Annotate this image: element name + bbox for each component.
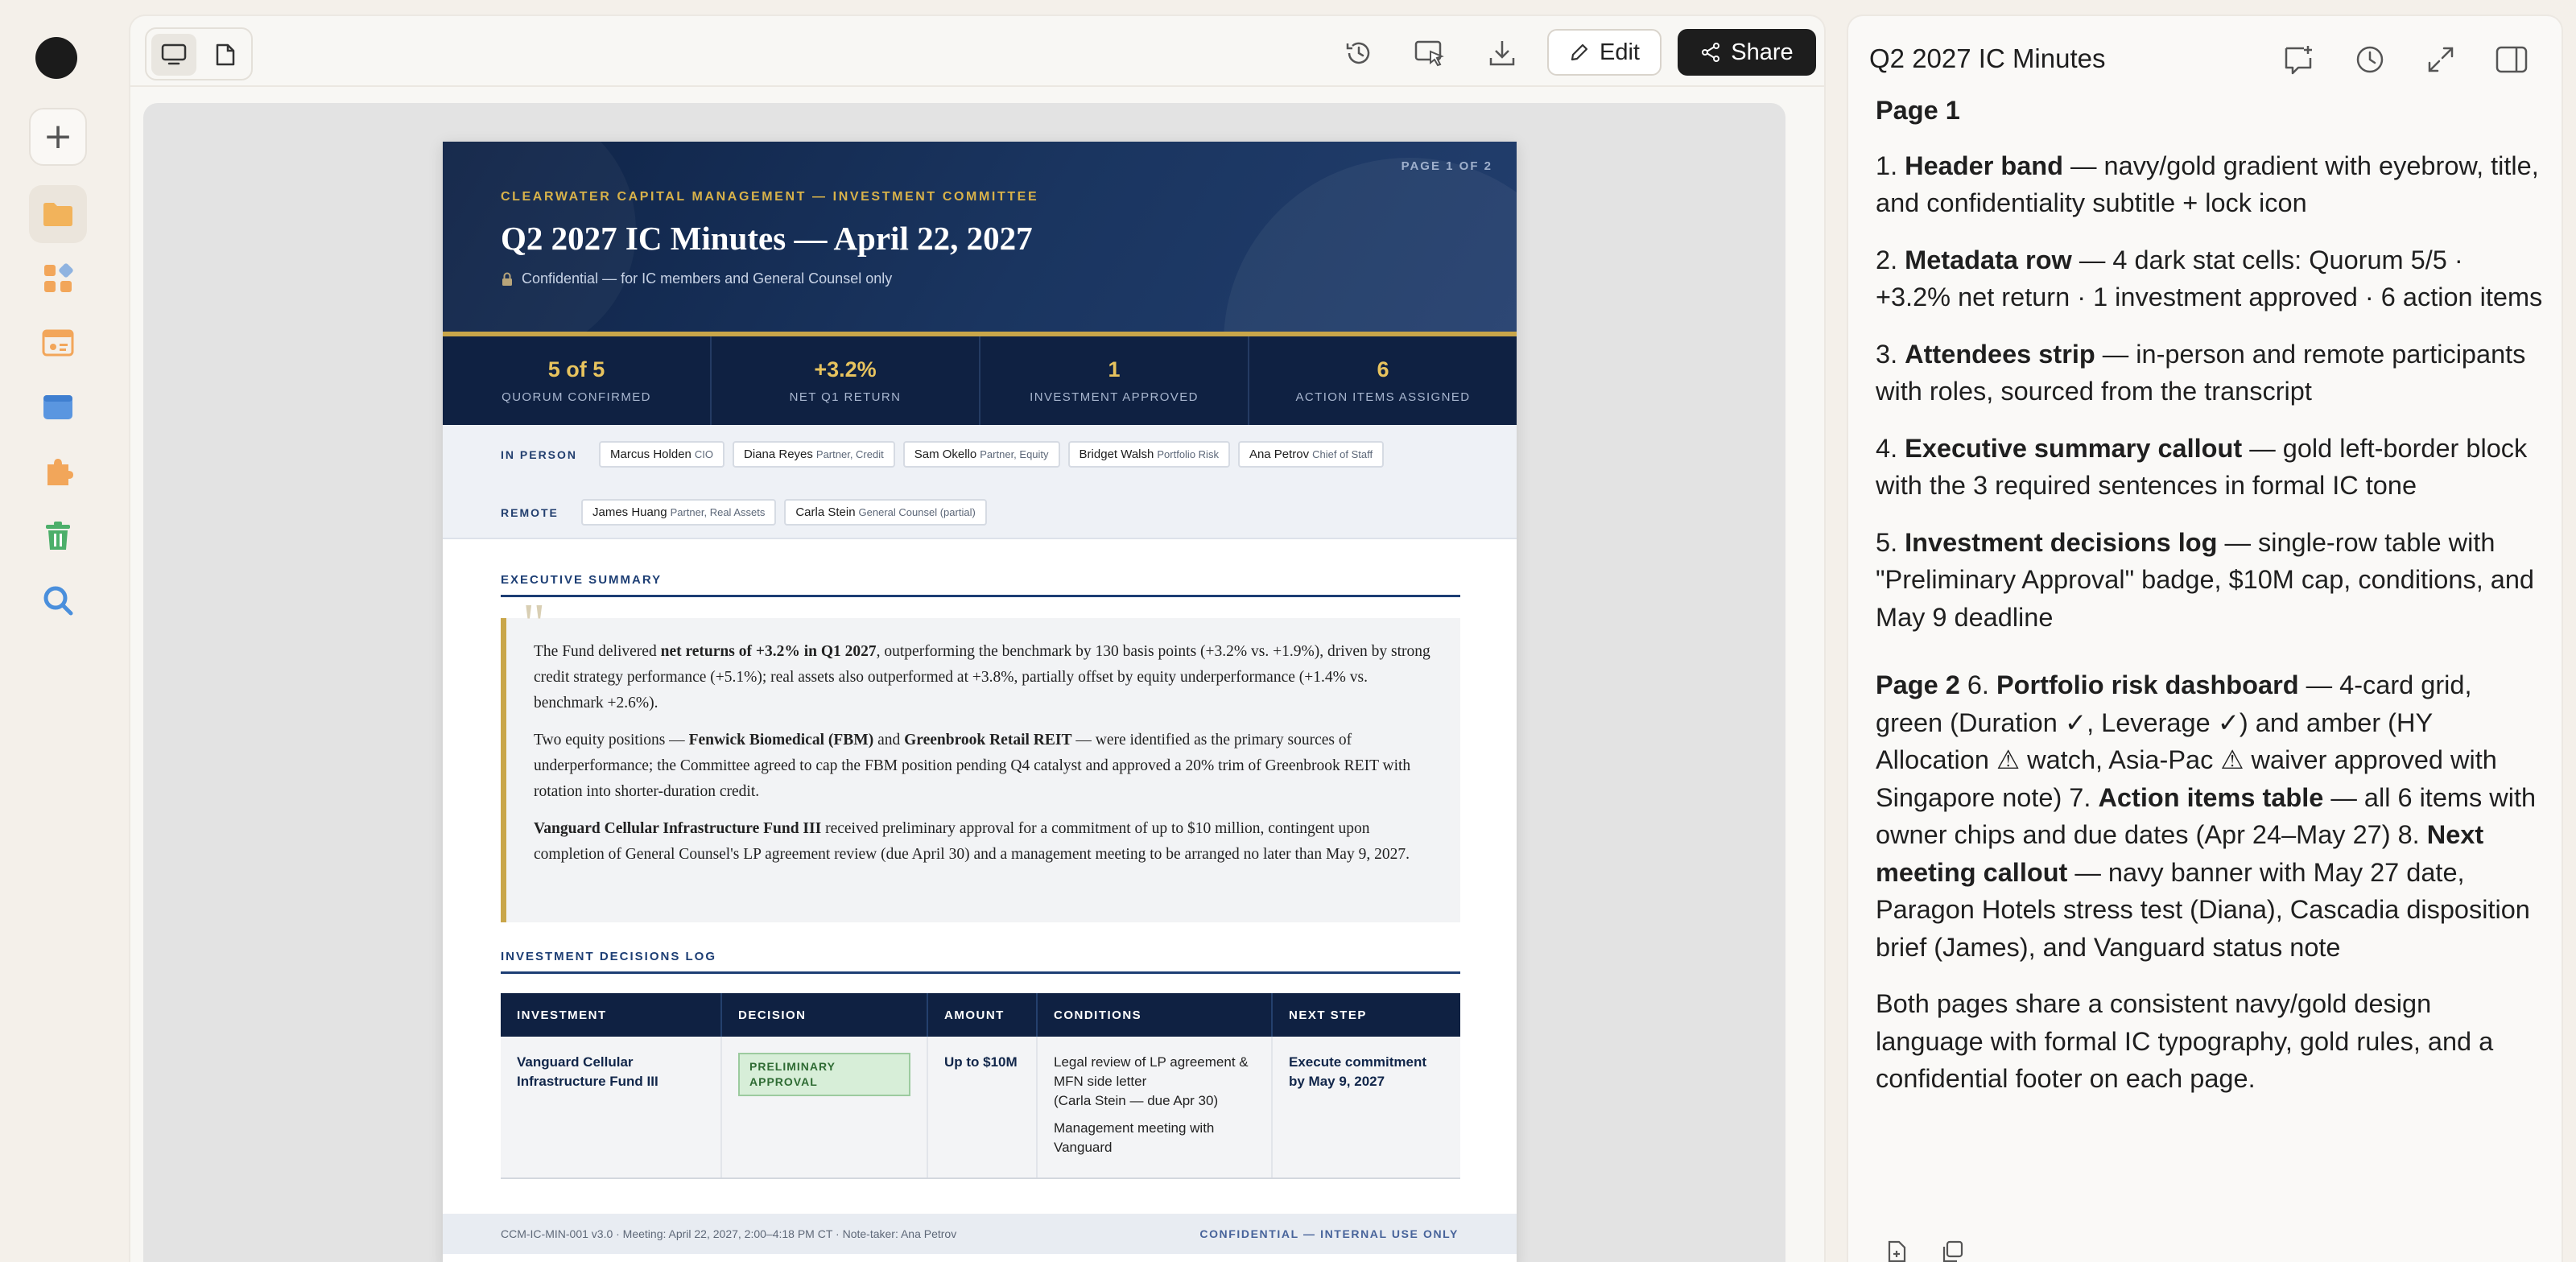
- edit-label: Edit: [1600, 39, 1640, 65]
- folder-icon[interactable]: [29, 185, 87, 243]
- sidebar-toggle-icon[interactable]: [2492, 40, 2531, 79]
- left-rail: +: [0, 0, 114, 1262]
- message-body: Page 1 1. Header band — navy/gold gradie…: [1876, 96, 2544, 1117]
- list-item: 1. Header band — navy/gold gradient with…: [1876, 151, 2539, 218]
- share-button[interactable]: Share: [1678, 29, 1816, 76]
- eyebrow: CLEARWATER CAPITAL MANAGEMENT — INVESTME…: [501, 190, 1039, 204]
- apps-icon[interactable]: [29, 250, 87, 307]
- remote-row: REMOTE James Huang Partner, Real Assets C…: [501, 499, 987, 526]
- amount-cell: Up to $10M: [927, 1037, 1038, 1179]
- decision-cell: PRELIMINARY APPROVAL: [721, 1037, 928, 1179]
- avatar[interactable]: [35, 37, 77, 79]
- lock-icon: [502, 272, 512, 286]
- desktop-view-icon[interactable]: [151, 34, 196, 76]
- doc-title: Q2 2027 IC Minutes — April 22, 2027: [501, 220, 1033, 257]
- metadata-row: 5 of 5 QUORUM CONFIRMED +3.2% NET Q1 RETUR…: [443, 336, 1517, 425]
- new-comment-icon[interactable]: [2280, 40, 2318, 79]
- document-page: PAGE 1 OF 2 CLEARWATER CAPITAL MANAGEMEN…: [443, 142, 1517, 1262]
- attendees-strip: IN PERSON Marcus Holden CIO Diana Reyes Pa…: [443, 425, 1517, 539]
- table-row: Vanguard Cellular Infrastructure Fund II…: [501, 1037, 1460, 1179]
- attendee-chip: Sam Okello Partner, Equity: [902, 441, 1060, 468]
- view-toggle: [145, 27, 253, 80]
- page-view-icon[interactable]: [203, 34, 248, 76]
- stat-actions: 6 ACTION ITEMS ASSIGNED: [1295, 357, 1471, 404]
- chat-panel: Q2 2027 IC Minutes Page 1 1. Header band…: [1847, 14, 2563, 1262]
- footer-confidential: CONFIDENTIAL — INTERNAL USE ONLY: [1199, 1227, 1459, 1240]
- main-panel: Edit Share PAGE 1 OF 2 CLEARWATER CAPITA…: [129, 14, 1826, 1262]
- page2-paragraph: Page 2 6. Portfolio risk dashboard — 4-c…: [1876, 670, 2537, 962]
- summary-sentence-3: Vanguard Cellular Infrastructure Fund II…: [534, 820, 1410, 863]
- stat-approved: 1 INVESTMENT APPROVED: [980, 336, 1249, 425]
- conditions-cell: Legal review of LP agreement & MFN side …: [1037, 1037, 1273, 1179]
- summary-sentence-1: The Fund delivered net returns of +3.2% …: [534, 643, 1430, 711]
- in-person-label: IN PERSON: [501, 447, 578, 461]
- closing-paragraph: Both pages share a consistent navy/gold …: [1876, 989, 2494, 1093]
- select-element-icon[interactable]: [1414, 37, 1446, 69]
- col-header: DECISION: [721, 993, 928, 1037]
- page1-heading: Page 1: [1876, 96, 1960, 125]
- next-step-cell: Execute commitment by May 9, 2027: [1272, 1037, 1460, 1179]
- exec-summary-callout: " The Fund delivered net returns of +3.2…: [501, 596, 1460, 922]
- footer-meta: CCM-IC-MIN-001 v3.0 · Meeting: April 22,…: [501, 1227, 957, 1240]
- attendee-chip: Carla Stein General Counsel (partial): [784, 499, 987, 526]
- quote-mark-icon: ": [522, 593, 546, 655]
- doc-footer: CCM-IC-MIN-001 v3.0 · Meeting: April 22,…: [443, 1214, 1517, 1254]
- message-actions: [1885, 1239, 1964, 1262]
- subtitle-text: Confidential — for IC members and Genera…: [522, 270, 893, 287]
- copy-icon[interactable]: [1940, 1239, 1964, 1262]
- status-badge: PRELIMINARY APPROVAL: [738, 1053, 910, 1096]
- table-header-row: INVESTMENT DECISION AMOUNT CONDITIONS NE…: [501, 993, 1460, 1037]
- summary-sentence-2: Two equity positions — Fenwick Biomedica…: [534, 732, 1411, 800]
- expand-icon[interactable]: [2421, 40, 2460, 79]
- list-item: 4. Executive summary callout — gold left…: [1876, 433, 2528, 501]
- stat-quorum: 5 of 5 QUORUM CONFIRMED: [443, 336, 712, 425]
- trash-icon[interactable]: [29, 507, 87, 565]
- remote-label: REMOTE: [501, 505, 559, 519]
- pencil-icon: [1571, 43, 1588, 61]
- attendee-chip: Ana Petrov Chief of Staff: [1237, 441, 1385, 468]
- edit-button[interactable]: Edit: [1547, 29, 1662, 76]
- download-icon[interactable]: [1486, 37, 1518, 69]
- exec-summary-heading: EXECUTIVE SUMMARY: [501, 573, 1460, 597]
- investment-cell: Vanguard Cellular Infrastructure Fund II…: [501, 1037, 722, 1179]
- col-header: NEXT STEP: [1272, 993, 1460, 1037]
- list-item: 5. Investment decisions log — single-row…: [1876, 527, 2534, 632]
- new-button[interactable]: +: [29, 108, 87, 166]
- toolbar: Edit Share: [130, 16, 1824, 87]
- list-item: 2. Metadata row — 4 dark stat cells: Quo…: [1876, 245, 2543, 312]
- header-band: PAGE 1 OF 2 CLEARWATER CAPITAL MANAGEMEN…: [443, 142, 1517, 333]
- col-header: AMOUNT: [927, 993, 1038, 1037]
- page-number: PAGE 1 OF 2: [1401, 159, 1492, 173]
- panel-header: Q2 2027 IC Minutes: [1848, 16, 2562, 101]
- attendee-chip: Bridget Walsh Portfolio Risk: [1067, 441, 1230, 468]
- puzzle-icon[interactable]: [29, 443, 87, 501]
- attendee-chip: Diana Reyes Partner, Credit: [733, 441, 895, 468]
- attendee-chip: Marcus Holden CIO: [599, 441, 725, 468]
- panel-title: Q2 2027 IC Minutes: [1869, 43, 2106, 73]
- confidential-subtitle: Confidential — for IC members and Genera…: [501, 270, 892, 287]
- clock-icon[interactable]: [2351, 40, 2389, 79]
- col-header: INVESTMENT: [501, 993, 722, 1037]
- stat-return: +3.2% NET Q1 RETURN: [712, 336, 980, 425]
- list-item: 3. Attendees strip — in-person and remot…: [1876, 339, 2526, 406]
- window-icon[interactable]: [29, 378, 87, 436]
- dashboard-icon[interactable]: [29, 314, 87, 372]
- share-label: Share: [1731, 39, 1794, 65]
- history-icon[interactable]: [1343, 37, 1375, 69]
- share-icon: [1702, 43, 1720, 62]
- col-header: CONDITIONS: [1037, 993, 1273, 1037]
- preview-canvas: PAGE 1 OF 2 CLEARWATER CAPITAL MANAGEMEN…: [143, 103, 1785, 1262]
- decisions-table: INVESTMENT DECISION AMOUNT CONDITIONS NE…: [501, 993, 1460, 1179]
- decisions-log-heading: INVESTMENT DECISIONS LOG: [501, 950, 1460, 974]
- search-icon[interactable]: [29, 571, 87, 629]
- attendee-chip: James Huang Partner, Real Assets: [581, 499, 777, 526]
- add-file-icon[interactable]: [1885, 1239, 1909, 1262]
- in-person-row: IN PERSON Marcus Holden CIO Diana Reyes Pa…: [501, 441, 1385, 468]
